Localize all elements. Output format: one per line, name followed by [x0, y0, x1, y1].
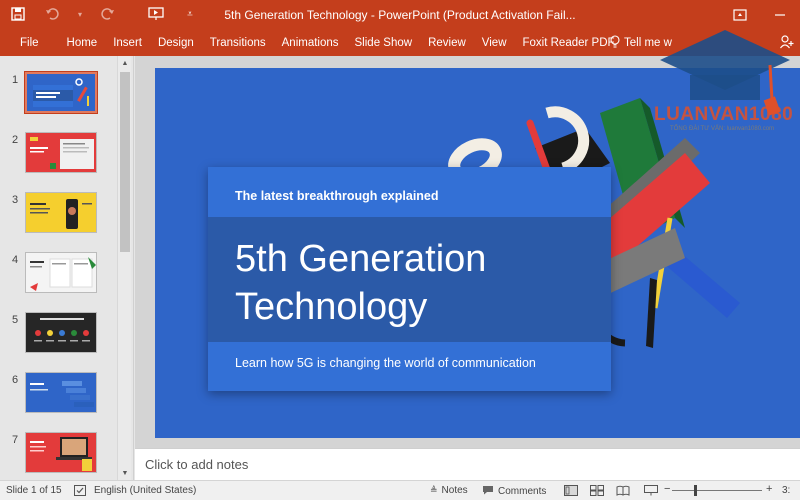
slide-number: 6 [12, 374, 19, 386]
status-bar: Slide 1 of 15 English (United States) ≜ … [0, 480, 800, 500]
notes-icon: ≜ [430, 485, 438, 495]
slide-show-icon[interactable] [644, 485, 658, 496]
thumbnail-image [25, 372, 97, 413]
ribbon-tabs: File Home Insert Design Transitions Anim… [0, 30, 623, 56]
slide-thumbnail-1[interactable]: 1 [0, 71, 118, 118]
tab-insert[interactable]: Insert [105, 30, 150, 56]
lightbulb-icon [610, 35, 620, 51]
notes-toggle-label: Notes [441, 485, 468, 496]
thumbnails-scrollbar[interactable]: ▲ ▼ [117, 56, 131, 480]
title-card: The latest breakthrough explained 5th Ge… [208, 167, 611, 391]
zoom-slider-knob[interactable] [694, 485, 697, 496]
scroll-up-icon[interactable]: ▲ [118, 56, 132, 70]
watermark-brand: LUANVAN1080 [654, 104, 794, 125]
slide-counter: Slide 1 of 15 [6, 485, 62, 496]
tab-file[interactable]: File [0, 30, 59, 56]
tab-view[interactable]: View [474, 30, 515, 56]
slide-sorter-icon[interactable] [590, 485, 604, 496]
scroll-down-icon[interactable]: ▼ [118, 466, 132, 480]
thumbnail-image [25, 132, 97, 173]
tab-review[interactable]: Review [420, 30, 474, 56]
comments-toggle-label: Comments [498, 486, 547, 497]
notes-placeholder: Click to add notes [145, 457, 249, 472]
spelling-status-icon[interactable] [74, 485, 86, 496]
watermark-tagline: TỔNG ĐÀI TƯ VẤN: luanvan1080.com [670, 126, 775, 132]
notes-toggle[interactable]: ≜ Notes [430, 485, 468, 496]
thumbnail-image [25, 252, 97, 293]
slide-thumbnail-6[interactable]: 6 [0, 372, 118, 418]
zoom-slider-track[interactable] [672, 490, 762, 491]
slide-number: 7 [12, 434, 19, 446]
thumbnail-image [25, 192, 97, 233]
tab-design[interactable]: Design [150, 30, 202, 56]
slide-thumbnail-5[interactable]: 5 [0, 312, 118, 358]
tab-transitions[interactable]: Transitions [202, 30, 274, 56]
slide-number: 5 [12, 314, 19, 326]
slide-number: 2 [12, 134, 19, 146]
tab-home[interactable]: Home [59, 30, 106, 56]
slide-number: 4 [12, 254, 19, 266]
slide-thumbnail-2[interactable]: 2 [0, 132, 118, 178]
language-indicator[interactable]: English (United States) [94, 485, 196, 496]
scrollbar-thumb[interactable] [120, 72, 130, 252]
zoom-level[interactable]: 3: [782, 485, 790, 496]
thumbnail-image [25, 312, 97, 353]
notes-pane[interactable]: Click to add notes [135, 448, 800, 480]
slide-title[interactable]: 5th Generation Technology [235, 235, 595, 331]
tab-animations[interactable]: Animations [274, 30, 347, 56]
comments-toggle[interactable]: Comments [482, 485, 546, 498]
slide-subtitle[interactable]: Learn how 5G is changing the world of co… [235, 356, 536, 370]
slide-thumbnail-7[interactable]: 7 [0, 432, 118, 478]
tab-slide-show[interactable]: Slide Show [347, 30, 421, 56]
tab-foxit-reader-pdf[interactable]: Foxit Reader PDF [515, 30, 623, 56]
comments-icon [482, 485, 494, 498]
slide-number: 1 [12, 74, 19, 86]
slide-thumbnail-3[interactable]: 3 [0, 192, 118, 238]
reading-view-icon[interactable] [616, 485, 630, 496]
slide-thumbnail-4[interactable]: 4 [0, 252, 118, 298]
thumbnail-image [25, 432, 97, 473]
slide-number: 3 [12, 194, 19, 206]
thumbnail-image [24, 71, 98, 114]
zoom-in-button[interactable]: + [766, 483, 772, 495]
slide-eyebrow-text[interactable]: The latest breakthrough explained [235, 189, 439, 203]
zoom-out-button[interactable]: − [664, 483, 670, 495]
normal-view-icon[interactable] [564, 485, 578, 496]
slide-thumbnails-panel: 1 2 3 4 5 6 7 ▲ ▼ [0, 56, 134, 480]
